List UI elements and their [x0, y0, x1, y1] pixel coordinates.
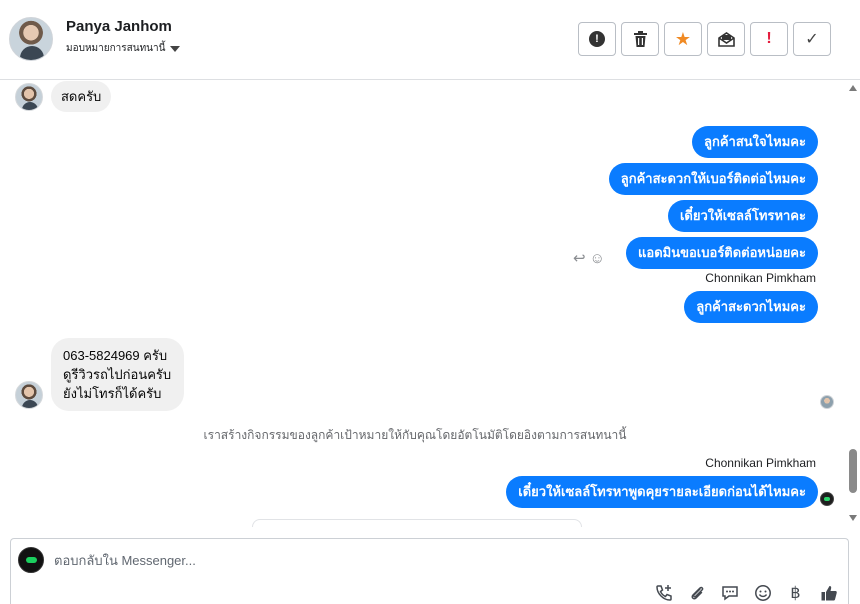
message-line: 063-5824969 ครับ: [63, 348, 168, 363]
message-thread[interactable]: สดครับ ลูกค้าสนใจไหมคะ ลูกค้าสะดวกให้เบอ…: [0, 81, 846, 525]
attachment-icon[interactable]: [687, 583, 706, 602]
seen-by-avatar: [820, 395, 834, 409]
envelope-icon: [717, 31, 735, 47]
scroll-down-arrow[interactable]: [849, 515, 857, 521]
contact-avatar-small: [15, 381, 43, 409]
like-icon[interactable]: [819, 583, 838, 602]
contact-name[interactable]: Panya Janhom: [66, 18, 172, 35]
scroll-up-arrow[interactable]: [849, 85, 857, 91]
contact-avatar[interactable]: [9, 17, 53, 61]
incoming-message-multiline[interactable]: 063-5824969 ครับ ดูรีวิวรถไปก่อนครับ ยัง…: [51, 338, 184, 411]
thread-scrollbar[interactable]: [846, 81, 860, 525]
contact-avatar-small: [15, 83, 43, 111]
seen-by-page-avatar: [820, 492, 834, 506]
outgoing-message[interactable]: แอดมินขอเบอร์ติดต่อหน่อยคะ: [626, 237, 818, 269]
message-line: ยังไม่โทรก็ได้ครับ: [63, 386, 162, 401]
outgoing-message[interactable]: ลูกค้าสะดวกให้เบอร์ติดต่อไหมคะ: [608, 163, 818, 195]
trash-icon: [633, 31, 647, 47]
assign-label: มอบหมายการสนทนานี้: [66, 43, 166, 54]
incoming-message[interactable]: สดครับ: [51, 81, 112, 112]
star-icon: ★: [674, 28, 692, 49]
page-avatar: [18, 547, 44, 573]
reply-composer: ฿: [10, 538, 849, 604]
outgoing-message[interactable]: ลูกค้าสะดวกไหมคะ: [684, 291, 818, 323]
conversation-toolbar: ! ★ ! ✓: [578, 22, 831, 56]
reply-icon[interactable]: ↩: [573, 249, 586, 267]
baht-icon[interactable]: ฿: [786, 583, 805, 602]
done-button[interactable]: ✓: [793, 22, 831, 56]
check-icon: ✓: [805, 31, 819, 48]
spam-button[interactable]: !: [578, 22, 616, 56]
mark-unread-button[interactable]: [707, 22, 745, 56]
outgoing-message[interactable]: เดี๋ยวให้เซลล์โทรหาพูดคุยรายละเอียดก่อนไ…: [506, 476, 818, 508]
system-notice: เราสร้างกิจกรรมของลูกค้าเป้าหมายให้กับคุ…: [203, 428, 627, 442]
sender-name: Chonnikan Pimkham: [705, 456, 816, 470]
saved-reply-icon[interactable]: [720, 583, 739, 602]
composer-toolbar: ฿: [654, 583, 838, 602]
exclamation-icon: !: [766, 30, 772, 47]
reply-input[interactable]: [54, 553, 654, 568]
star-button[interactable]: ★: [664, 22, 702, 56]
follow-up-button[interactable]: !: [750, 22, 788, 56]
message-actions: ↩ ☺: [573, 249, 605, 268]
reaction-smiley-icon[interactable]: ☺: [590, 250, 605, 267]
alert-circle-icon: !: [589, 31, 605, 47]
sender-name: Chonnikan Pimkham: [705, 271, 816, 285]
delete-button[interactable]: [621, 22, 659, 56]
scroll-thumb[interactable]: [849, 449, 857, 493]
emoji-icon[interactable]: [753, 583, 772, 602]
assign-conversation-dropdown[interactable]: มอบหมายการสนทนานี้: [66, 41, 181, 56]
new-message-indicator: [252, 519, 582, 527]
outgoing-message[interactable]: เดี๋ยวให้เซลล์โทรหาคะ: [667, 200, 818, 232]
message-line: ดูรีวิวรถไปก่อนครับ: [63, 367, 172, 382]
caret-down-icon: [170, 45, 181, 52]
conversation-header: Panya Janhom มอบหมายการสนทนานี้ ! ★ ! ✓: [0, 0, 860, 80]
call-add-icon[interactable]: [654, 583, 673, 602]
outgoing-message[interactable]: ลูกค้าสนใจไหมคะ: [692, 126, 818, 158]
